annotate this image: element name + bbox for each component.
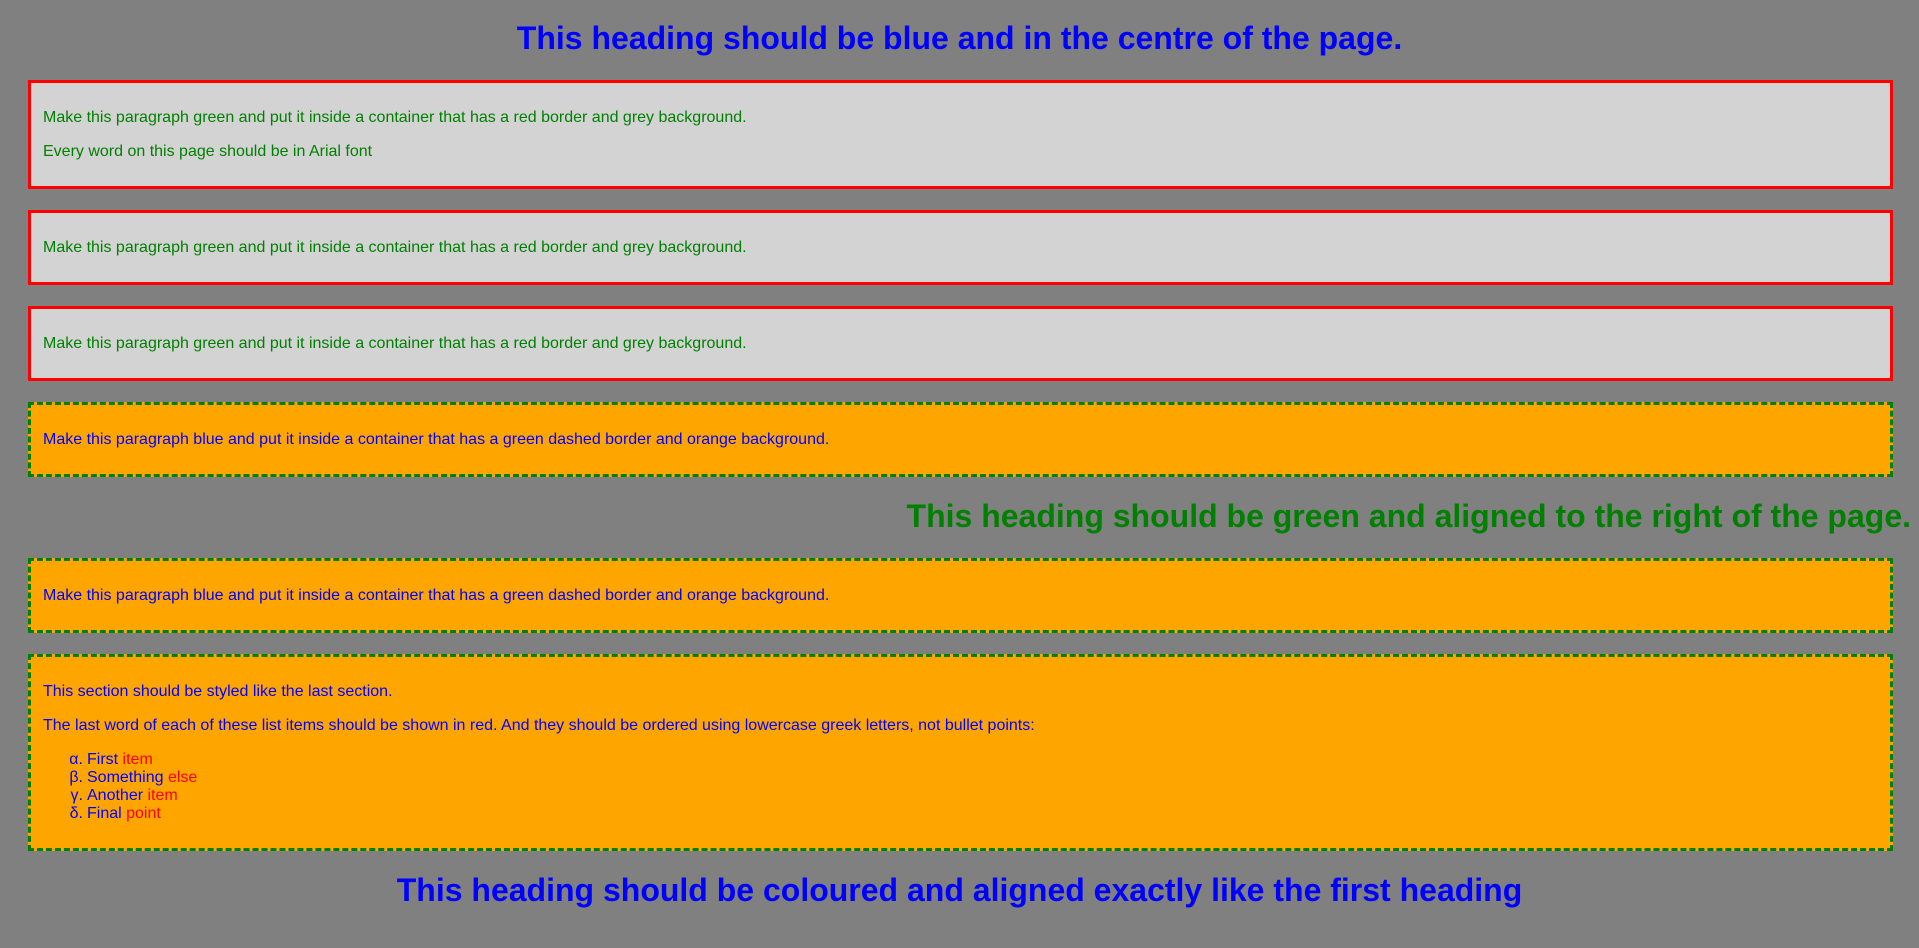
- list-item: γ. Another item: [65, 787, 197, 805]
- list-item-text: Another: [87, 787, 148, 804]
- list-item-text: First: [87, 751, 123, 768]
- section-instructions-paragraph: The last word of each of these list item…: [43, 717, 1035, 734]
- list-item-last-word: item: [147, 787, 178, 804]
- list-item-last-word: point: [126, 805, 161, 822]
- list-item-text: Something: [87, 769, 168, 786]
- heading-green-right: This heading should be green and aligned…: [906, 498, 1911, 534]
- page-title-blue-center: This heading should be blue and in the c…: [516, 20, 1403, 56]
- green-paragraph: Make this paragraph green and put it ins…: [43, 335, 747, 352]
- arial-note-paragraph: Every word on this page should be in Ari…: [43, 143, 373, 160]
- dashed-orange-container-3: This section should be styled like the l…: [28, 654, 1893, 851]
- blue-paragraph: Make this paragraph blue and put it insi…: [43, 587, 830, 604]
- blue-paragraph: Make this paragraph blue and put it insi…: [43, 431, 830, 448]
- red-border-container-2: Make this paragraph green and put it ins…: [28, 210, 1893, 285]
- list-item-last-word: else: [167, 769, 198, 786]
- section-intro-paragraph: This section should be styled like the l…: [43, 683, 393, 700]
- list-marker: α.: [69, 751, 83, 768]
- list-marker: γ.: [70, 787, 83, 804]
- dashed-orange-container-1: Make this paragraph blue and put it insi…: [28, 402, 1893, 477]
- list-item: β. Something else: [65, 769, 197, 787]
- dashed-orange-container-2: Make this paragraph blue and put it insi…: [28, 558, 1893, 633]
- greek-ordered-list: α. First item β. Something else γ. Another …: [65, 751, 197, 823]
- list-marker: δ.: [69, 805, 83, 822]
- list-item-last-word: item: [122, 751, 153, 768]
- list-item: δ. Final point: [65, 805, 197, 823]
- green-paragraph: Make this paragraph green and put it ins…: [43, 239, 747, 256]
- list-item-text: Final: [87, 805, 127, 822]
- red-border-container-3: Make this paragraph green and put it ins…: [28, 306, 1893, 381]
- red-border-container-1: Make this paragraph green and put it ins…: [28, 80, 1893, 189]
- green-paragraph: Make this paragraph green and put it ins…: [43, 109, 747, 126]
- list-marker: β.: [69, 769, 83, 786]
- list-item: α. First item: [65, 751, 197, 769]
- heading-blue-center-final: This heading should be coloured and alig…: [396, 872, 1523, 908]
